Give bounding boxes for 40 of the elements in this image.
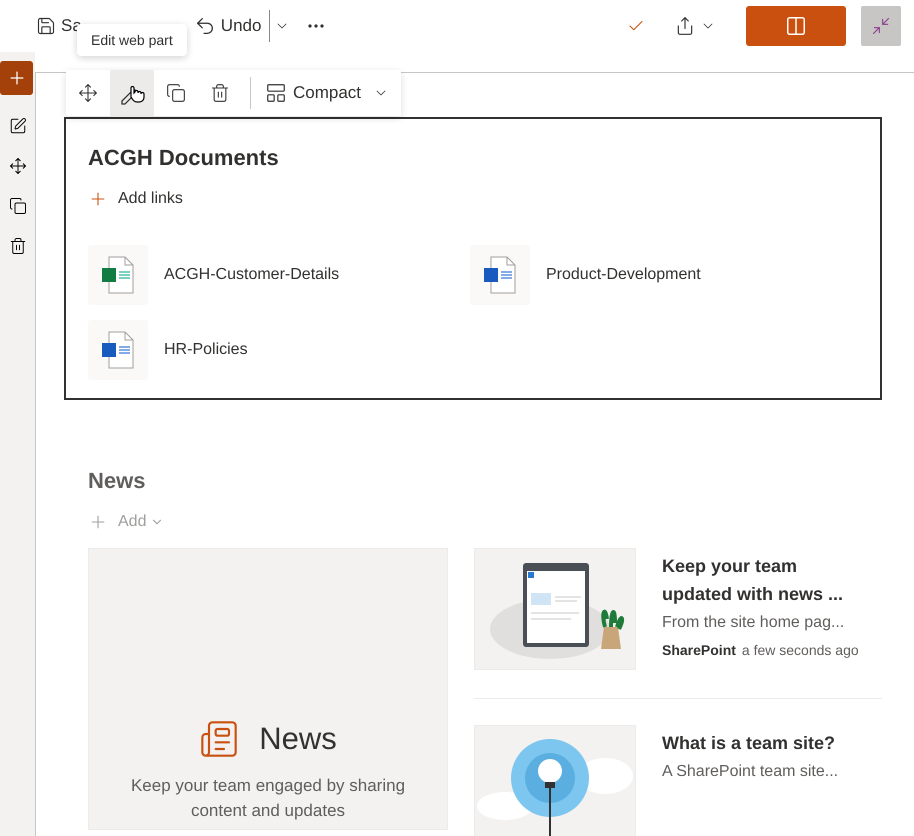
news-description: A SharePoint team site... [662,763,840,781]
document-file-icon [483,256,517,294]
document-file-icon [101,331,135,369]
placeholder-text: Keep your team engaged by sharing content and updates [130,775,406,822]
news-title-text: What is a team site? [662,732,836,755]
share-icon [675,16,695,36]
news-item[interactable]: Keep your team updated with news ... From the site home pag... SharePoint a few seconds ago [474,548,882,699]
file-link[interactable]: ACGH-Customer-Details [88,245,470,305]
file-link[interactable]: Product-Development [470,245,858,305]
copy-icon [166,83,186,103]
collapse-button[interactable] [861,6,901,46]
layout-icon [265,82,287,104]
copy-icon [8,197,26,215]
file-link[interactable]: HR-Policies [88,320,470,380]
newspaper-icon [199,719,240,759]
news-author: SharePoint [662,642,736,658]
move-icon [8,157,26,175]
add-links-button[interactable]: Add links [88,189,183,209]
edit-icon [8,117,26,135]
news-title: News [88,468,146,494]
add-section-button[interactable] [0,61,33,95]
placeholder-title: News [259,721,337,757]
undo-button[interactable]: Undo [194,11,262,41]
trash-icon [8,237,26,255]
layout-dropdown[interactable]: Compact [253,82,402,104]
web-part-title: ACGH Documents [88,145,280,171]
move-icon [78,83,98,103]
news-description: From the site home pag... [662,614,846,632]
news-title-text: Keep your team updated with news ... [662,555,844,606]
columns-button[interactable] [746,6,846,46]
toolbar-button[interactable] [110,70,154,116]
collapse-icon [871,16,891,36]
columns-icon [785,15,807,37]
spreadsheet-file-icon [101,256,135,294]
more-icon [308,24,324,28]
tooltip: Edit web part [77,24,187,56]
news-item[interactable]: What is a team site? A SharePoint team site... [474,725,882,836]
news-time: a few seconds ago [742,642,859,658]
save-icon [36,16,56,36]
trash-icon [210,83,230,103]
